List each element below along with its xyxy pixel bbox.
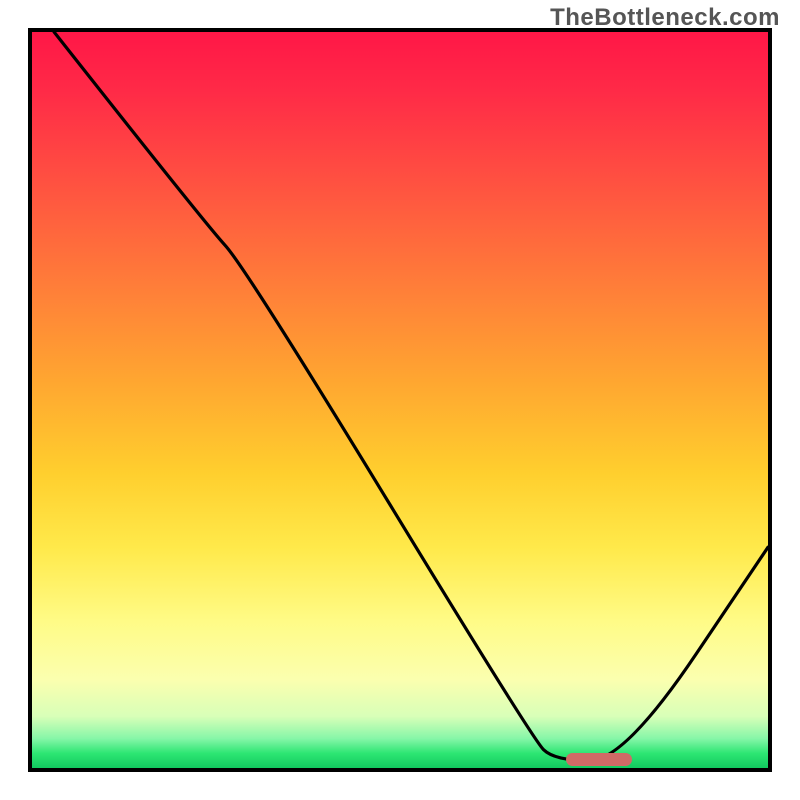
bottleneck-curve	[32, 32, 768, 768]
optimal-range-marker	[566, 753, 632, 766]
plot-area	[28, 28, 772, 772]
bottleneck-chart: TheBottleneck.com	[0, 0, 800, 800]
